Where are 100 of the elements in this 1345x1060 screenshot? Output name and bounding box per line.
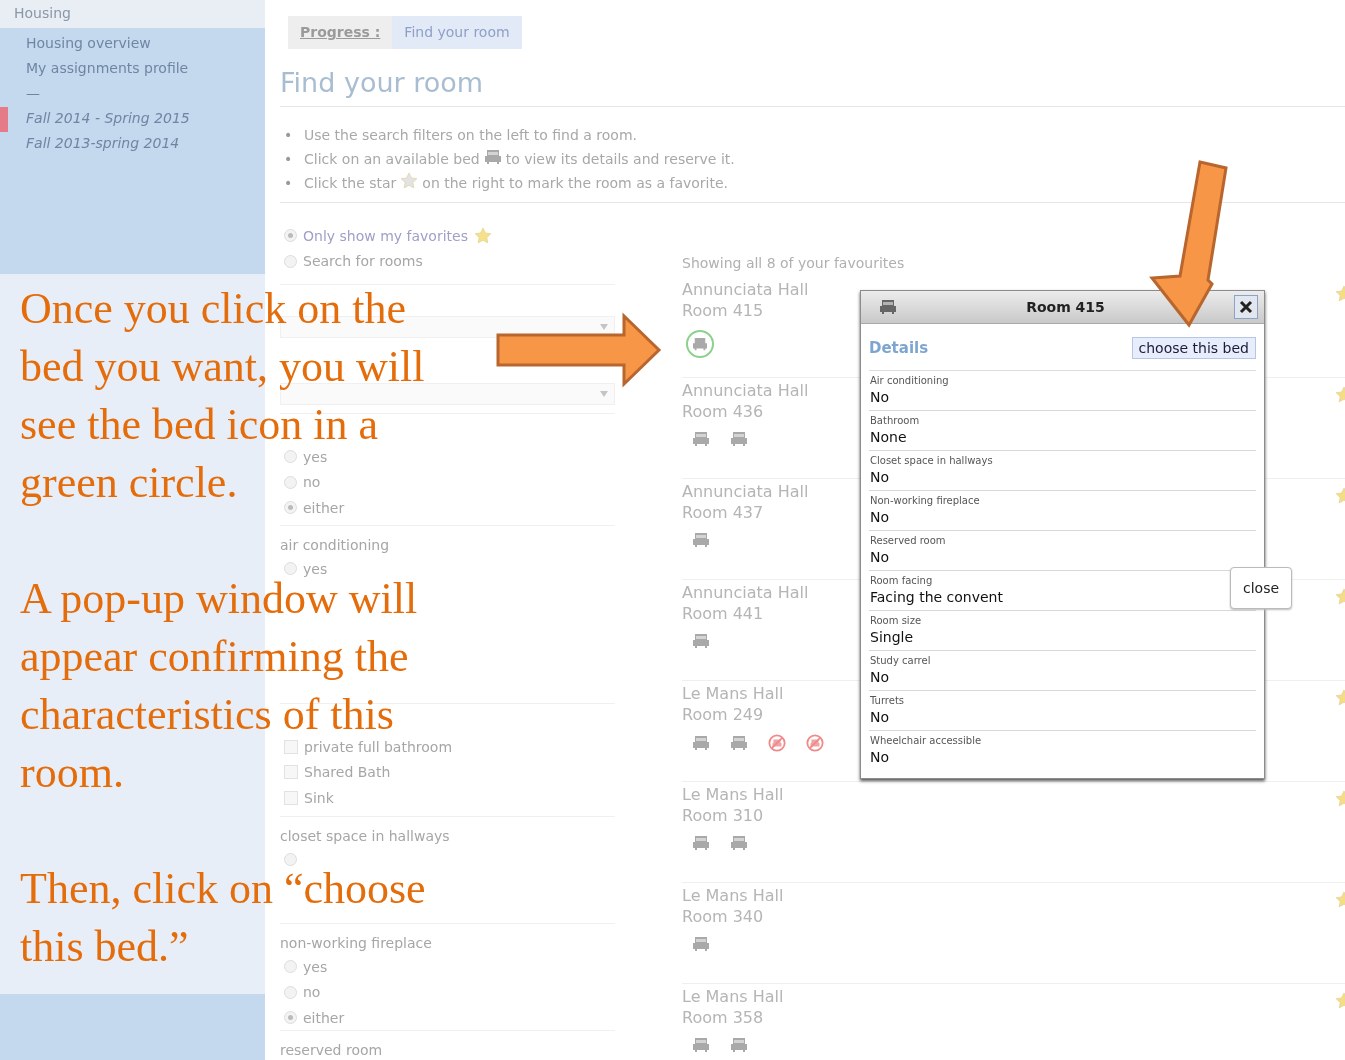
radio-button[interactable] <box>284 254 297 268</box>
annotation-text: room. <box>20 748 124 797</box>
annotation-text: see the bed icon in a <box>20 400 378 449</box>
field-label: Reserved room <box>870 534 947 547</box>
hall-name: Annunciata Hall <box>682 481 809 502</box>
hall-name: Le Mans Hall <box>682 885 784 906</box>
room-number: Room 358 <box>682 1007 765 1028</box>
choose-bed-button[interactable]: choose this bed <box>1131 337 1256 359</box>
option-label: either <box>303 499 345 516</box>
instruction-text: Click on an available bed <box>304 151 480 167</box>
filter-title: air conditioning <box>280 537 390 553</box>
unavailable-bed-icon <box>768 734 786 752</box>
room-number: Room 249 <box>682 704 765 725</box>
results-summary: Showing all 8 of your favourites <box>682 255 905 271</box>
radio-button[interactable] <box>284 853 297 867</box>
annotation-text: green circle. <box>20 458 238 507</box>
field-value: Single <box>870 628 915 647</box>
hall-name: Annunciata Hall <box>682 582 809 603</box>
field-label: Air conditioning <box>870 374 950 387</box>
field-label: Room size <box>870 614 923 627</box>
room-number: Room 340 <box>682 906 765 927</box>
breadcrumb-step[interactable]: Find your room <box>392 16 522 49</box>
field-label: Study carrel <box>870 654 932 667</box>
bed-icon[interactable] <box>730 1037 748 1053</box>
field-value: No <box>870 748 891 767</box>
radio-button[interactable] <box>284 985 297 999</box>
field-value: No <box>870 708 891 727</box>
option-label: Sink <box>304 789 334 806</box>
checkbox[interactable] <box>284 790 298 805</box>
bed-icon[interactable] <box>730 431 748 447</box>
sidebar-item[interactable]: My assignments profile <box>26 60 189 76</box>
sidebar-item[interactable]: Fall 2013-spring 2014 <box>26 135 180 151</box>
bed-icon[interactable] <box>692 532 710 548</box>
field-value: No <box>870 468 891 487</box>
breadcrumb-link[interactable]: Progress : <box>288 16 393 49</box>
bed-icon[interactable] <box>730 735 748 751</box>
bed-icon[interactable] <box>692 735 710 751</box>
field-label: Closet space in hallways <box>870 454 994 467</box>
option-label: yes <box>303 448 328 465</box>
radio-button[interactable] <box>284 475 297 489</box>
option-label: yes <box>303 560 328 577</box>
close-button[interactable] <box>1234 295 1258 319</box>
bed-icon[interactable] <box>692 431 710 447</box>
star-icon <box>400 172 419 190</box>
radio-button[interactable] <box>284 1011 297 1025</box>
annotation-text: appear confirming the <box>20 632 409 681</box>
bed-icon[interactable] <box>692 936 710 952</box>
radio-button[interactable] <box>284 960 297 974</box>
bed-icon[interactable] <box>730 835 748 851</box>
bed-icon[interactable] <box>692 1037 710 1053</box>
bed-icon[interactable] <box>879 299 897 315</box>
room-number: Room 310 <box>682 805 765 826</box>
annotation-text: Then, click on “choose <box>20 864 426 913</box>
field-value: No <box>870 548 891 567</box>
radio-button[interactable] <box>284 229 297 243</box>
option-label: either <box>303 1009 345 1026</box>
instruction-text: Click the star <box>304 175 397 191</box>
field-label: Non-working fireplace <box>870 494 981 507</box>
option-label: Only show my favorites <box>303 227 468 244</box>
annotation-text: Once you click on the <box>20 284 407 333</box>
option-label: yes <box>303 958 328 975</box>
field-value: No <box>870 388 891 407</box>
bullet: • <box>284 126 294 145</box>
room-number: Room 441 <box>682 603 765 624</box>
filter-title: reserved room <box>280 1042 383 1058</box>
page-title: Find your room <box>280 66 485 100</box>
hall-name: Le Mans Hall <box>682 683 785 704</box>
room-number: Room 436 <box>682 401 765 422</box>
bed-icon[interactable] <box>692 633 710 649</box>
instruction-text: Use the search filters on the left to find a room. <box>304 127 637 143</box>
sidebar-item[interactable]: Fall 2014 - Spring 2015 <box>26 110 190 126</box>
field-label: Wheelchair accessible <box>870 734 983 747</box>
tooltip: close <box>1230 567 1293 609</box>
field-value: None <box>870 428 908 447</box>
option-label: Search for rooms <box>303 253 423 270</box>
filter-title: non-working fireplace <box>280 935 432 951</box>
radio-button[interactable] <box>284 562 297 576</box>
hall-name: Annunciata Hall <box>682 380 809 401</box>
caret-icon <box>600 391 608 397</box>
selected-bed-icon[interactable] <box>686 330 714 358</box>
instruction-text: on the right to mark the room as a favorite. <box>422 175 729 191</box>
checkbox[interactable] <box>284 739 298 754</box>
annotation-text: characteristics of this <box>20 690 394 739</box>
bullet: • <box>284 174 294 193</box>
radio-button[interactable] <box>284 450 297 464</box>
radio-button[interactable] <box>284 501 297 515</box>
field-label: Turrets <box>870 694 906 707</box>
field-label: Room facing <box>870 574 934 587</box>
field-label: Bathroom <box>870 414 921 427</box>
bed-icon[interactable] <box>692 835 710 851</box>
hall-name: Le Mans Hall <box>682 784 784 805</box>
checkbox[interactable] <box>284 765 298 780</box>
bed-icon[interactable] <box>483 149 502 165</box>
popup-title: Room 415 <box>1025 299 1106 315</box>
section-heading: Details <box>869 339 929 357</box>
bullet: • <box>284 150 294 169</box>
instruction-text: to view its details and reserve it. <box>505 151 735 167</box>
sidebar-item[interactable]: Housing overview <box>26 35 151 51</box>
option-label: Shared Bath <box>304 764 391 781</box>
field-value: No <box>870 508 891 527</box>
